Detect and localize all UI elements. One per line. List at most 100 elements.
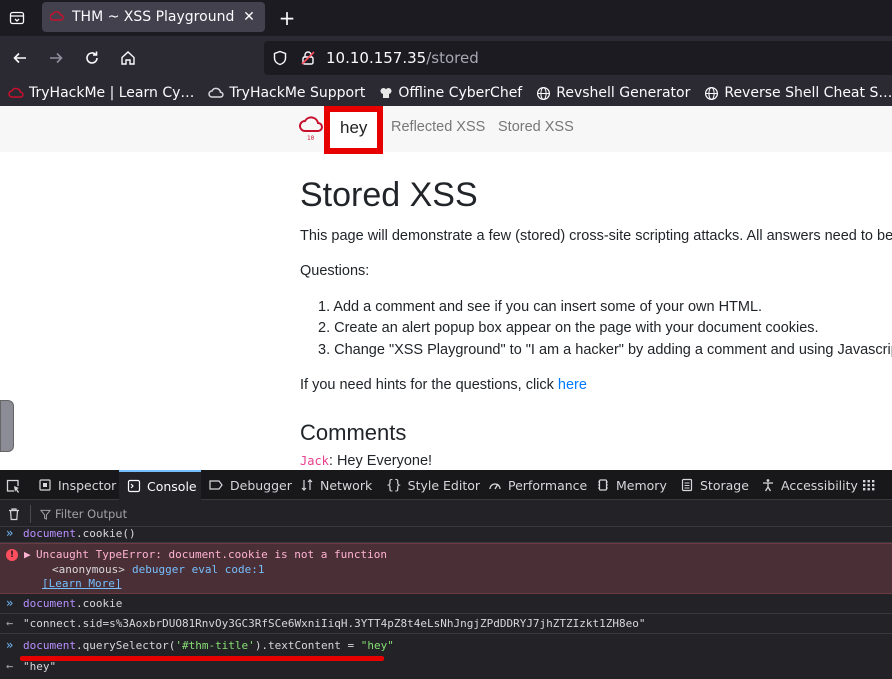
bookmark-reverse-shell-cheat-sheet[interactable]: Reverse Shell Cheat S…	[704, 85, 892, 101]
console-input-row: » document.cookie()	[0, 527, 892, 543]
home-button[interactable]	[116, 46, 140, 70]
bookmark-revshell-generator[interactable]: Revshell Generator	[536, 85, 690, 101]
expand-triangle-icon[interactable]: ▶	[24, 548, 31, 561]
prompt-chevron-icon: »	[6, 596, 14, 610]
stack-frame-name: <anonymous>	[52, 563, 125, 576]
bookmark-label: Offline CyberChef	[398, 85, 523, 101]
output-arrow-icon: ←	[6, 616, 14, 630]
url-text[interactable]: 10.10.157.35/stored	[326, 49, 479, 67]
chef-icon	[380, 88, 392, 98]
assignment-output-text: "hey"	[23, 660, 57, 673]
memory-icon	[598, 479, 608, 491]
site-brand-title[interactable]: hey	[340, 118, 367, 138]
tab-label: Network	[320, 477, 373, 493]
devtools-tab-accessibility[interactable]: Accessibility	[761, 470, 858, 500]
reload-button[interactable]	[80, 46, 104, 70]
tab-label: Performance	[508, 477, 588, 493]
site-navbar: 10 hey Reflected XSS Stored XSS	[0, 106, 892, 154]
console-output-row: ← "connect.sid=s%3AoxbrDUO81RnvOy3GC3RfS…	[0, 614, 892, 634]
devtools-tab-performance[interactable]: Performance	[488, 470, 587, 500]
forward-button[interactable]	[44, 46, 68, 70]
console-input-text[interactable]: document.cookie()	[23, 527, 136, 540]
picker-icon	[6, 479, 19, 493]
network-icon	[301, 479, 313, 491]
bookmark-tryhackme[interactable]: TryHackMe | Learn Cy…	[8, 85, 194, 101]
console-input-row: » document.cookie	[0, 596, 892, 614]
bookmark-label: Reverse Shell Cheat S…	[724, 85, 892, 101]
devtools-tab-storage[interactable]: Storage	[680, 470, 749, 500]
code-member: .cookie	[75, 597, 123, 610]
error-text: Uncaught TypeError: document.cookie is n…	[36, 548, 387, 561]
error-icon: !	[6, 549, 18, 561]
console-input-text[interactable]: document.cookie	[23, 597, 122, 610]
inspector-icon	[39, 479, 51, 491]
globe-icon	[537, 86, 551, 100]
hint-link[interactable]: here	[558, 377, 587, 393]
debugger-icon	[209, 480, 223, 490]
console-icon	[127, 479, 141, 493]
back-arrow-icon	[13, 52, 26, 64]
devtools-tab-network[interactable]: Network	[300, 470, 372, 500]
filter-output-input[interactable]: Filter Output	[30, 505, 128, 523]
comment-text: : Hey Everyone!	[328, 453, 433, 469]
bookmarks-toolbar: TryHackMe | Learn Cy… TryHackMe Support …	[0, 80, 892, 106]
page-heading: Stored XSS	[300, 176, 478, 214]
devtools-overflow-button[interactable]	[862, 470, 882, 500]
nav-link-reflected-xss[interactable]: Reflected XSS	[391, 119, 485, 135]
question-item: 2. Create an alert popup box appear on t…	[318, 320, 819, 336]
learn-more-link[interactable]: [Learn More]	[42, 577, 121, 590]
tab-label: Memory	[616, 477, 667, 493]
stack-frame-location-link[interactable]: debugger eval code:1	[132, 563, 264, 576]
tab-label: Accessibility	[781, 477, 858, 493]
thm-logo-icon[interactable]: 10	[299, 114, 327, 144]
console-output-row: ← "hey"	[0, 658, 892, 676]
thm-icon	[8, 87, 24, 98]
devtools-tab-inspector[interactable]: Inspector	[38, 470, 116, 500]
devtools-tab-console[interactable]: Console	[119, 470, 201, 500]
tab-label: Console	[147, 478, 197, 494]
braces-icon: {}	[386, 477, 402, 493]
comments-heading: Comments	[300, 420, 407, 445]
bookmark-thm-support[interactable]: TryHackMe Support	[208, 85, 365, 101]
nav-link-stored-xss[interactable]: Stored XSS	[498, 119, 574, 135]
globe-icon	[705, 86, 719, 100]
intro-text: This page will demonstrate a few (stored…	[300, 228, 892, 244]
svg-text:10: 10	[307, 135, 315, 142]
bookmark-cyberchef[interactable]: Offline CyberChef	[379, 85, 522, 101]
url-host: 10.10.157.35	[326, 49, 427, 67]
web-page: 10 hey Reflected XSS Stored XSS Stored X…	[0, 106, 892, 470]
comment-user: Jack	[300, 454, 329, 468]
back-button[interactable]	[8, 46, 32, 70]
tab-label: Inspector	[58, 477, 117, 493]
code-object: document	[23, 527, 76, 540]
insecure-lock-icon[interactable]	[300, 50, 316, 66]
filter-placeholder: Filter Output	[55, 507, 128, 521]
performance-icon	[489, 483, 501, 490]
cloud-icon	[208, 87, 225, 98]
clear-console-button[interactable]	[6, 506, 22, 522]
devtools-tab-debugger[interactable]: Debugger	[208, 470, 292, 500]
element-picker-button[interactable]	[4, 477, 22, 495]
console-input-text[interactable]: document.querySelector('#thm-title').tex…	[23, 639, 394, 652]
code-method: .querySelector(	[75, 639, 176, 652]
shield-icon[interactable]	[272, 50, 288, 66]
thm-favicon-icon	[50, 11, 64, 21]
code-object: document	[23, 639, 76, 652]
url-bar[interactable]: 10.10.157.35/stored	[264, 41, 892, 75]
new-tab-button[interactable]: +	[276, 6, 298, 30]
devtools-tab-bar: Inspector Console Debugger Network {} Sty…	[0, 470, 892, 500]
storage-icon	[681, 478, 693, 492]
output-arrow-icon: ←	[6, 659, 14, 673]
hint-text: If you need hints for the questions, cli…	[300, 377, 587, 393]
tab-close-icon[interactable]: ✕	[241, 9, 257, 25]
bookmark-label: TryHackMe | Learn Cy…	[29, 85, 195, 101]
sidebar-handle[interactable]	[0, 400, 14, 452]
tab-list-button[interactable]	[6, 7, 28, 29]
console-error-message: ! ▶ Uncaught TypeError: document.cookie …	[0, 543, 892, 594]
tab-list-icon	[9, 11, 25, 25]
devtools-tab-memory[interactable]: Memory	[596, 470, 667, 500]
devtools-tab-style-editor[interactable]: {} Style Editor	[386, 470, 480, 500]
code-selector-arg: '#thm-title'	[175, 639, 255, 652]
console-toolbar: Filter Output	[0, 501, 892, 527]
browser-tab-active[interactable]: THM ~ XSS Playground ✕	[42, 2, 265, 32]
